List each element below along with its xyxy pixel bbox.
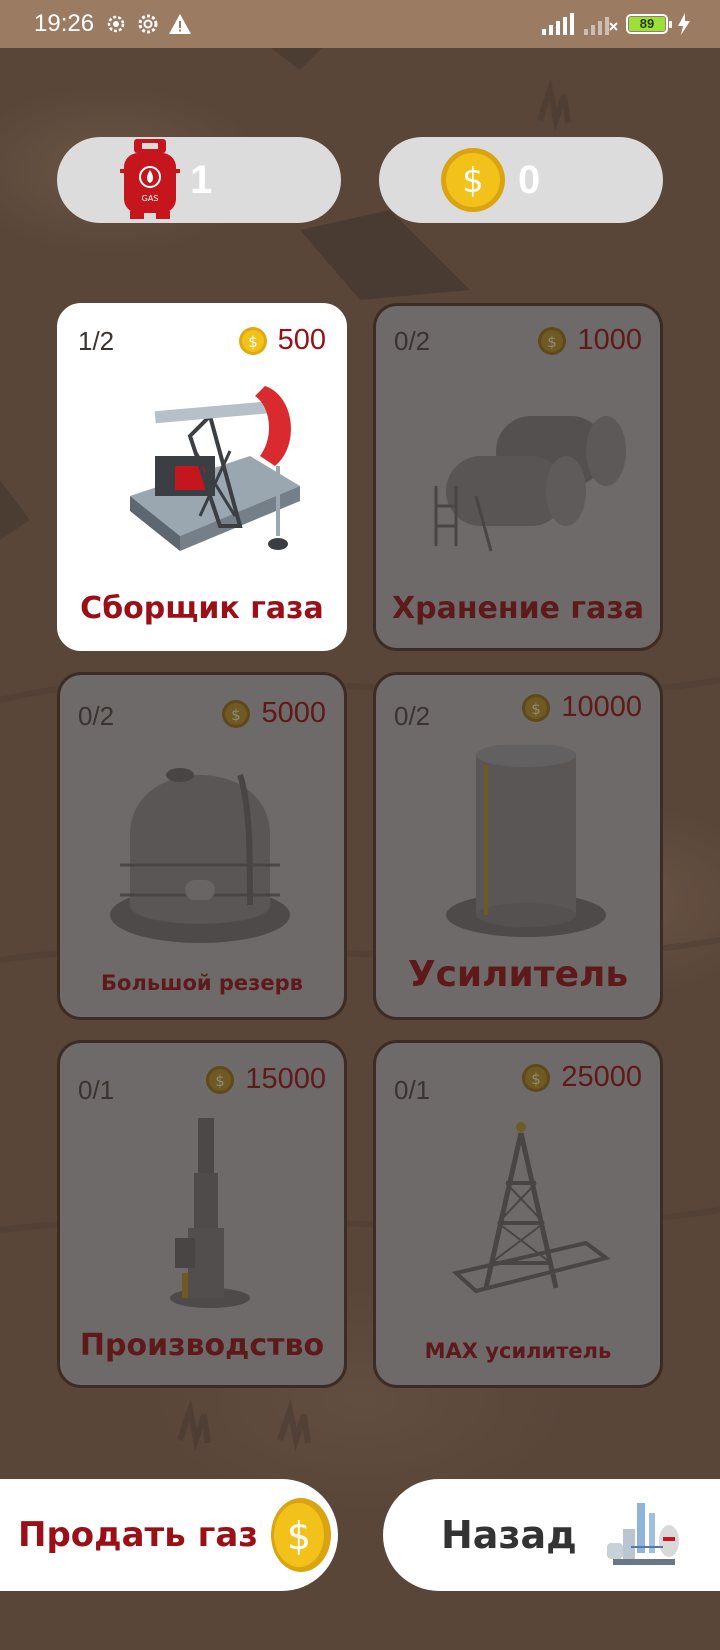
sell-gas-button[interactable]: Продать газ $ [0,1479,338,1591]
back-label: Назад [441,1513,577,1557]
charging-icon [678,13,690,35]
status-time: 19:26 [34,10,95,37]
upgrade-level: 0/2 [394,326,431,356]
svg-text:$: $ [532,1070,542,1088]
upgrade-price: $ 5000 [221,697,326,730]
svg-text:$: $ [248,333,258,351]
upgrade-card-gas-collector[interactable]: 1/2 $ 500 Сборщик газа [57,303,347,651]
sell-gas-label: Продать газ [18,1515,259,1555]
upgrade-price-value: 5000 [261,697,326,729]
pump-jack-icon [130,386,300,551]
back-button[interactable]: Назад [383,1479,720,1591]
svg-text:$: $ [216,1072,226,1090]
coin-counter: $ 0 [379,137,663,223]
battery-indicator: 89 [626,14,672,34]
svg-text:$: $ [232,706,242,724]
warning-icon [169,14,192,34]
svg-text:$: $ [532,700,542,718]
upgrade-title: Большой резерв [101,971,303,995]
gas-count: 1 [190,157,213,202]
upgrade-price-value: 15000 [245,1063,326,1095]
gas-counter: GAS 1 [57,137,341,223]
upgrade-price-value: 1000 [577,324,642,356]
upgrade-level: 0/1 [394,1075,431,1105]
oil-derrick-icon [451,1122,611,1294]
status-bar: 19:26 89 [0,0,720,48]
settings-small-icon [107,15,125,33]
battery-level: 89 [629,17,665,31]
upgrade-price: $ 15000 [205,1063,326,1096]
upgrade-title: Сборщик газа [80,591,324,626]
upgrade-price: $ 10000 [521,691,642,724]
signal-2-icon [584,17,618,35]
svg-text:$: $ [548,333,558,351]
coin-count: 0 [518,157,541,202]
upgrade-level: 0/2 [394,701,431,731]
upgrade-title: Хранение газа [391,591,645,626]
coin-icon: $ [222,699,251,728]
refinery-icon [606,1503,679,1565]
upgrade-card-max-booster[interactable]: 0/1 $ 25000 MAX усилитель [373,1040,663,1388]
coin-icon: $ [522,693,551,722]
upgrade-level: 1/2 [78,326,115,356]
upgrade-title: Усилитель [407,954,629,995]
upgrade-card-production[interactable]: 0/1 $ 15000 Производство [57,1040,347,1388]
coin-icon: $ [522,1063,551,1092]
gas-icon-label: GAS [142,194,159,203]
chimney-tower-icon [170,1118,250,1308]
svg-text:$: $ [287,1514,311,1558]
upgrade-card-booster[interactable]: 0/2 $ 10000 Усилитель [373,672,663,1020]
coin-icon: $ [206,1065,235,1094]
svg-text:$: $ [462,161,484,201]
signal-icon [542,13,574,35]
upgrade-price: $ 500 [238,324,326,357]
coin-icon: $ [271,1498,332,1572]
upgrade-title: MAX усилитель [424,1339,612,1363]
upgrade-title: Производство [79,1328,325,1363]
upgrade-price: $ 1000 [537,324,642,357]
upgrade-level: 0/2 [78,701,115,731]
upgrade-price: $ 25000 [521,1061,642,1094]
gas-cylinder-icon: GAS [120,139,180,219]
coin-icon: $ [538,326,567,355]
upgrade-price-value: 10000 [561,691,642,723]
upgrade-price-value: 500 [277,324,326,356]
dome-tank-icon [110,768,290,943]
upgrade-card-gas-storage[interactable]: 0/2 $ 1000 Хранение газа [373,303,663,651]
upgrade-card-big-reserve[interactable]: 0/2 $ 5000 Большой резерв [57,672,347,1020]
gear-icon [138,14,158,34]
coin-icon: $ [441,148,505,212]
silo-tank-icon [446,745,606,937]
upgrade-level: 0/1 [78,1075,115,1105]
upgrade-price-value: 25000 [561,1061,642,1093]
storage-tanks-icon [434,416,626,552]
coin-icon: $ [238,326,267,355]
